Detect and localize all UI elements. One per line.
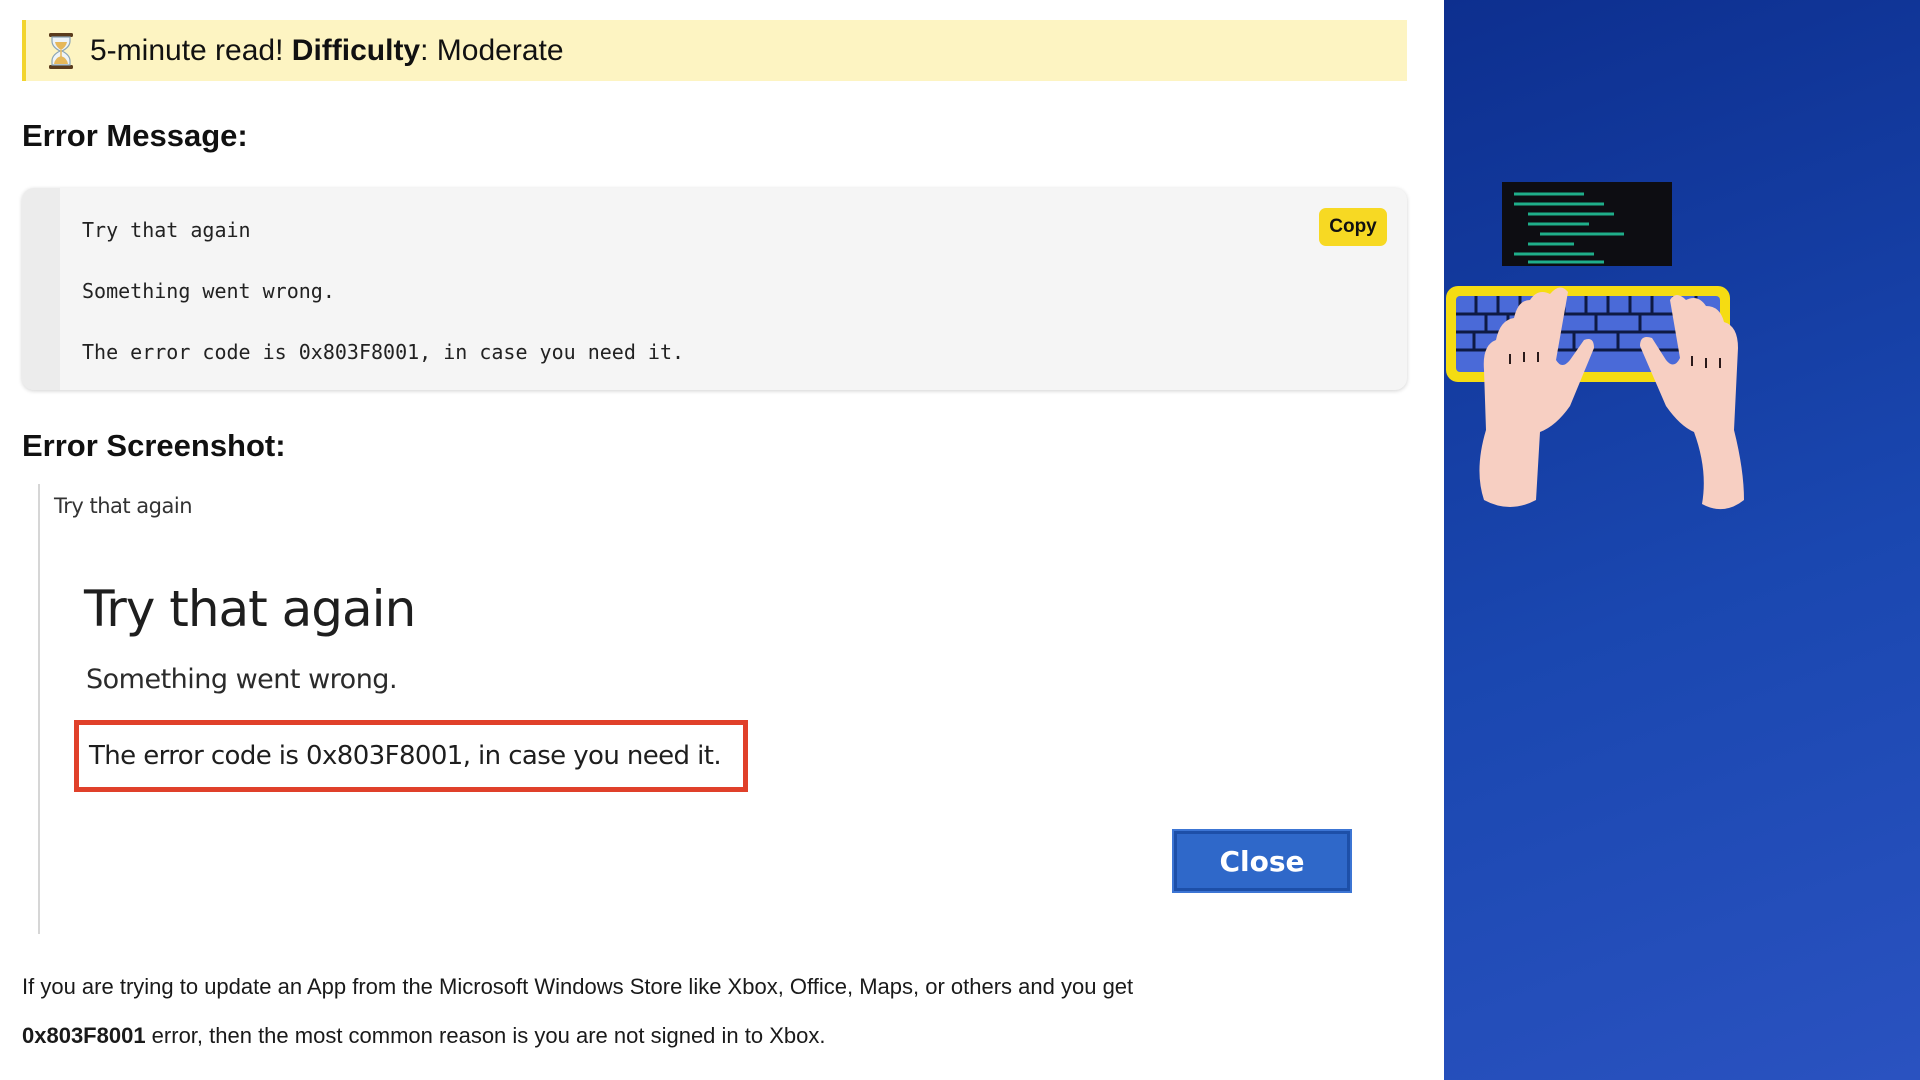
dialog-subtext: Something went wrong.: [86, 664, 398, 695]
code-line: Something went wrong.: [82, 279, 335, 303]
read-time-banner: 5-minute read! Difficulty: Moderate: [22, 20, 1407, 81]
explanation-paragraph: If you are trying to update an App from …: [22, 962, 1412, 1060]
explanation-text-before: If you are trying to update an App from …: [22, 974, 1134, 999]
difficulty-label: Difficulty: [291, 33, 421, 67]
error-message-heading: Error Message:: [22, 118, 248, 153]
typing-hands-keyboard-illustration: [1446, 182, 1744, 510]
dialog-error-code: The error code is 0x803F8001, in case yo…: [89, 741, 722, 771]
explanation-error-code: 0x803F8001: [22, 1023, 146, 1048]
difficulty-value: : Moderate: [420, 33, 564, 67]
page: 5-minute read! Difficulty: Moderate Erro…: [0, 0, 1920, 1080]
error-screenshot-image: Try that again Try that again Something …: [38, 484, 1410, 934]
code-gutter: [22, 188, 60, 390]
dialog-heading: Try that again: [84, 580, 416, 638]
error-message-code-block[interactable]: Try that again Something went wrong. The…: [22, 188, 1407, 390]
error-code-highlight-box: The error code is 0x803F8001, in case yo…: [74, 720, 748, 792]
hourglass-icon: [49, 32, 73, 69]
dialog-window-title: Try that again: [54, 494, 193, 518]
code-line: Try that again: [82, 218, 251, 242]
banner-text: 5-minute read! Difficulty: Moderate: [90, 34, 564, 68]
copy-button[interactable]: Copy: [1319, 208, 1387, 246]
read-time: 5-minute read!: [90, 33, 284, 67]
explanation-text-after: error, then the most common reason is yo…: [145, 1023, 826, 1048]
article-content: 5-minute read! Difficulty: Moderate Erro…: [0, 0, 1444, 1080]
code-line: The error code is 0x803F8001, in case yo…: [82, 340, 685, 364]
side-panel: [1444, 0, 1920, 1080]
error-screenshot-heading: Error Screenshot:: [22, 428, 286, 463]
dialog-close-button: Close: [1172, 829, 1352, 893]
